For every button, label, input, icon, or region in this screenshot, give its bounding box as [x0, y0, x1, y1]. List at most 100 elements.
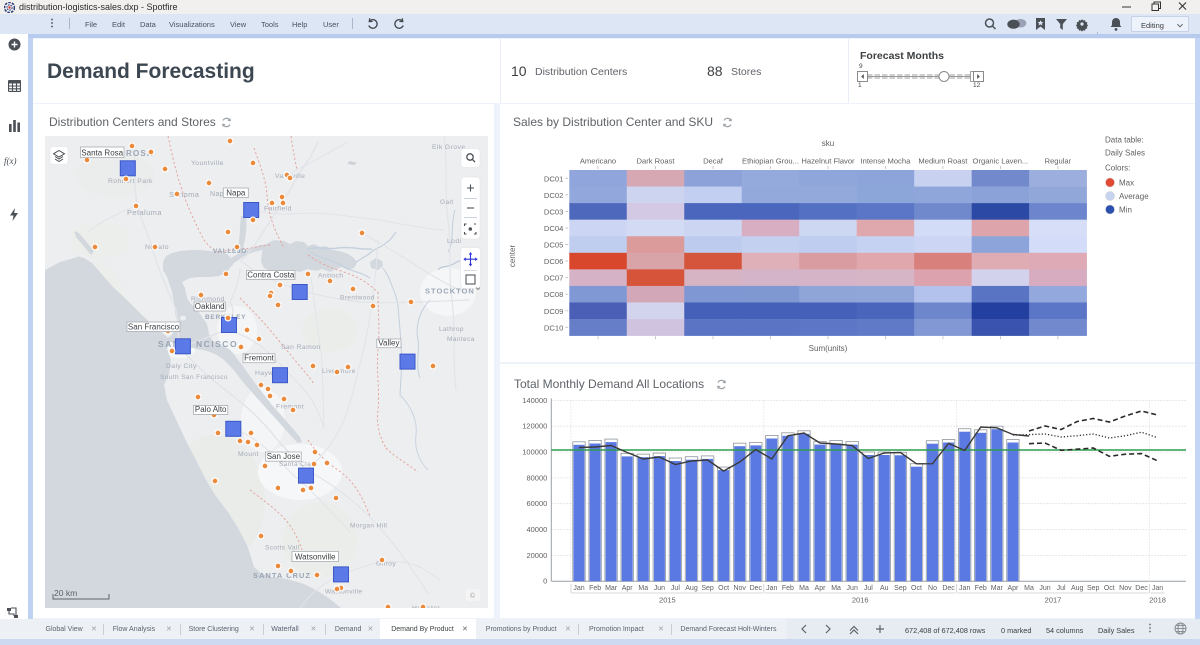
svg-text:Apr: Apr [1007, 585, 1019, 592]
svg-text:San Jose: San Jose [267, 452, 301, 461]
svg-text:DC01: DC01 [544, 174, 563, 183]
svg-text:Organic Laven...: Organic Laven... [973, 157, 1029, 166]
svg-text:Sep: Sep [894, 585, 907, 592]
svg-text:Jan: Jan [573, 585, 584, 592]
svg-text:Ma: Ma [638, 585, 648, 592]
svg-text:DC07: DC07 [544, 274, 563, 283]
svg-text:Jun: Jun [847, 585, 858, 592]
svg-text:Mar: Mar [991, 585, 1004, 592]
svg-text:DC02: DC02 [544, 191, 563, 200]
svg-text:Ma: Ma [831, 585, 841, 592]
svg-text:Jul: Jul [864, 585, 873, 592]
svg-text:Decaf: Decaf [703, 157, 724, 166]
svg-text:San Ramon: San Ramon [281, 344, 321, 351]
svg-text:Min: Min [1119, 206, 1132, 215]
svg-text:20000: 20000 [526, 551, 547, 560]
svg-text:Data table:: Data table: [1105, 136, 1144, 145]
svg-text:©: © [470, 592, 476, 600]
svg-text:Ma: Ma [1024, 585, 1034, 592]
svg-text:Jan: Jan [959, 585, 970, 592]
svg-text:Galt: Galt [440, 199, 454, 206]
svg-text:Average: Average [1119, 192, 1149, 201]
svg-text:DC10: DC10 [544, 323, 563, 332]
svg-text:SANTA CRUZ: SANTA CRUZ [253, 571, 311, 580]
svg-text:Lathrop: Lathrop [439, 326, 464, 333]
svg-text:Contra Costa: Contra Costa [247, 270, 295, 279]
svg-text:140000: 140000 [522, 396, 547, 405]
svg-text:Jun: Jun [1039, 585, 1050, 592]
svg-text:60000: 60000 [526, 499, 547, 508]
svg-text:sku: sku [822, 139, 834, 148]
svg-text:Sep: Sep [1087, 585, 1100, 592]
svg-text:Americano: Americano [580, 157, 616, 166]
svg-text:Valley: Valley [378, 339, 399, 348]
svg-text:Sum(units): Sum(units) [809, 344, 848, 353]
svg-text:DC08: DC08 [544, 290, 563, 299]
svg-text:Au: Au [880, 585, 889, 592]
svg-text:Ethiopian Grou...: Ethiopian Grou... [742, 157, 799, 166]
svg-text:Rohnert Park: Rohnert Park [108, 178, 153, 185]
svg-text:Dark Roast: Dark Roast [637, 157, 676, 166]
svg-text:Apr: Apr [622, 585, 634, 592]
svg-text:Ma: Ma [799, 585, 809, 592]
svg-text:Petaluma: Petaluma [127, 208, 162, 217]
svg-text:NCISCO: NCISCO [196, 339, 238, 349]
svg-text:Oct: Oct [1104, 585, 1115, 592]
svg-text:Morgan Hill: Morgan Hill [350, 523, 387, 530]
svg-text:Lodi: Lodi [447, 238, 462, 245]
svg-text:DC05: DC05 [544, 241, 563, 250]
svg-text:0: 0 [543, 577, 547, 586]
svg-text:Jan: Jan [1152, 585, 1163, 592]
svg-text:Jul: Jul [671, 585, 680, 592]
svg-text:Intense Mocha: Intense Mocha [860, 157, 911, 166]
svg-text:Colors:: Colors: [1105, 164, 1130, 173]
svg-text:Scotts Vall: Scotts Vall [265, 545, 300, 552]
svg-text:Daily Sales: Daily Sales [1105, 149, 1145, 158]
svg-text:Brentwood: Brentwood [340, 295, 375, 302]
svg-text:Jun: Jun [654, 585, 665, 592]
svg-text:Santa Rosa: Santa Rosa [81, 148, 123, 157]
svg-text:Apr: Apr [815, 585, 827, 592]
svg-text:2017: 2017 [1045, 596, 1062, 605]
svg-text:Daly City: Daly City [166, 363, 197, 370]
svg-text:Feb: Feb [589, 585, 601, 592]
svg-text:Aug: Aug [1071, 585, 1084, 592]
svg-text:DC03: DC03 [544, 207, 563, 216]
svg-text:Sep: Sep [701, 585, 714, 592]
svg-text:Max: Max [1119, 179, 1134, 188]
svg-text:Regular: Regular [1045, 157, 1072, 166]
svg-text:Oct: Oct [718, 585, 729, 592]
svg-text:South San Francisco: South San Francisco [160, 374, 228, 381]
svg-text:Oakland: Oakland [195, 302, 225, 311]
svg-text:DC06: DC06 [544, 257, 563, 266]
svg-text:VALLEJO: VALLEJO [213, 248, 247, 255]
svg-text:Medium Roast: Medium Roast [918, 157, 968, 166]
svg-text:DC09: DC09 [544, 307, 563, 316]
svg-text:Jan: Jan [766, 585, 777, 592]
svg-text:20 km: 20 km [54, 588, 77, 598]
svg-text:Dec: Dec [750, 585, 763, 592]
svg-text:Watsonville: Watsonville [295, 552, 336, 561]
svg-text:Fairfield: Fairfield [264, 206, 292, 213]
svg-text:DC04: DC04 [544, 224, 563, 233]
svg-text:80000: 80000 [526, 473, 547, 482]
svg-text:Dec: Dec [1135, 585, 1148, 592]
svg-text:120000: 120000 [522, 422, 547, 431]
svg-text:Nov: Nov [1119, 585, 1132, 592]
svg-text:Fremont: Fremont [244, 354, 275, 363]
svg-text:Dec: Dec [942, 585, 955, 592]
svg-text:Palo Alto: Palo Alto [195, 405, 227, 414]
svg-text:2016: 2016 [852, 596, 869, 605]
svg-text:center: center [508, 245, 517, 268]
svg-text:100000: 100000 [522, 448, 547, 457]
svg-text:Elk Grove: Elk Grove [432, 144, 465, 151]
svg-text:San Francisco: San Francisco [128, 322, 180, 331]
svg-text:Mar: Mar [605, 585, 618, 592]
svg-text:Oct: Oct [911, 585, 922, 592]
svg-text:Jul: Jul [1057, 585, 1066, 592]
svg-text:Mount: Mount [238, 451, 259, 458]
svg-text:40000: 40000 [526, 525, 547, 534]
svg-text:Napa: Napa [226, 188, 246, 197]
svg-text:Feb: Feb [975, 585, 987, 592]
svg-text:2015: 2015 [659, 596, 676, 605]
